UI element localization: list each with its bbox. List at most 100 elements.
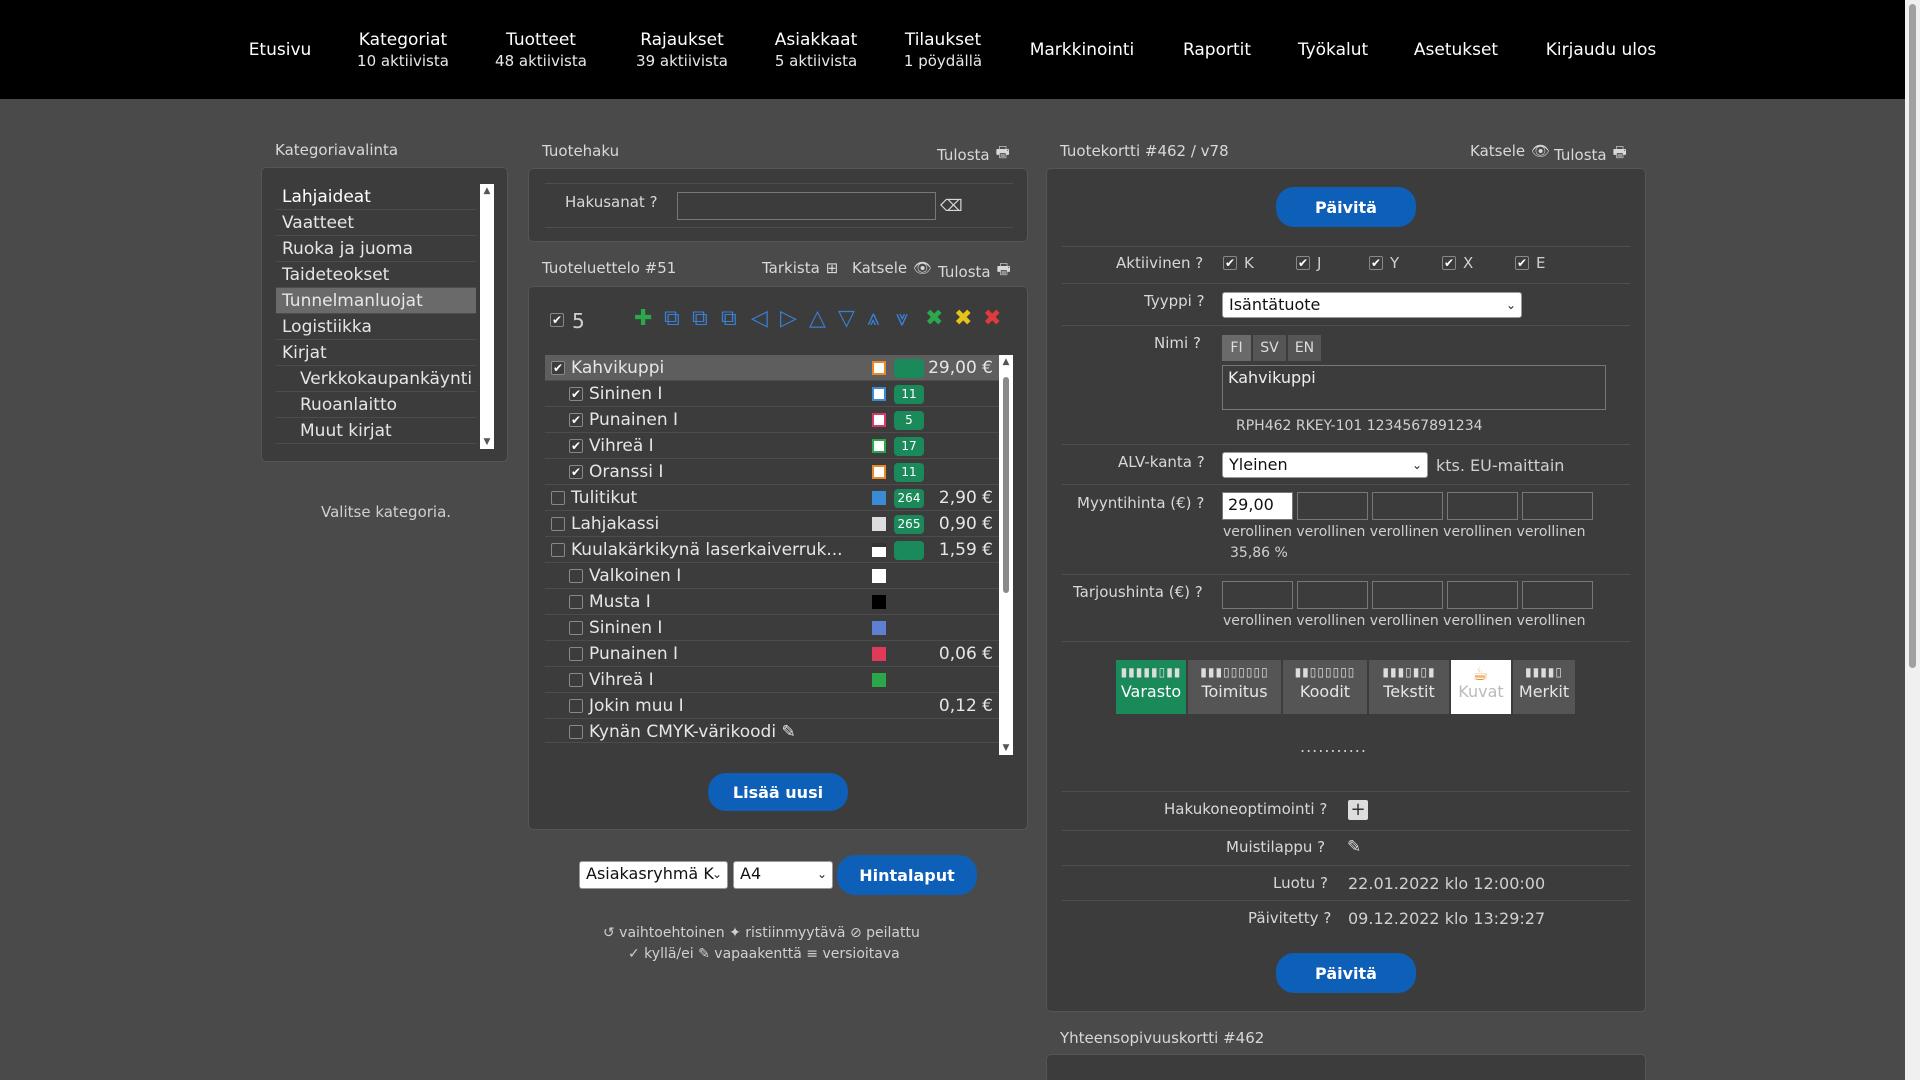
check-link[interactable]: Tarkista ⊞	[762, 259, 838, 277]
help-icon[interactable]: ?	[1323, 909, 1331, 927]
paper-size-select[interactable]: A4 ⌄	[733, 861, 833, 889]
nav-asetukset[interactable]: Asetukset	[1406, 0, 1506, 99]
type-select[interactable]: Isäntätuote ⌄	[1222, 292, 1522, 318]
category-scrollbar[interactable]: ▲ ▼	[480, 184, 494, 449]
category-subitem[interactable]: Verkkokaupankäynti	[276, 366, 476, 392]
nav-tilaukset[interactable]: Tilaukset 1 pöydällä	[893, 0, 993, 99]
lang-tab-fi[interactable]: FI	[1222, 335, 1251, 361]
tab-merkit[interactable]: ▮▮▮▮▯ Merkit	[1513, 660, 1575, 714]
nav-kategoriat[interactable]: Kategoriat 10 aktiivista	[350, 0, 456, 99]
name-textarea[interactable]: Kahvikuppi	[1222, 365, 1606, 410]
eraser-icon[interactable]: ⌫	[940, 196, 963, 215]
search-print-link[interactable]: Tulosta 🖶	[937, 142, 1010, 167]
scroll-down-icon[interactable]: ▼	[999, 743, 1013, 753]
table-row[interactable]: Tulitikut 264 2,90 €	[545, 485, 999, 511]
sale-price-input-2[interactable]	[1297, 492, 1368, 520]
row-checkbox[interactable]	[569, 569, 583, 583]
table-row[interactable]: Musta I	[545, 589, 999, 615]
category-subitem[interactable]: Muut kirjat	[276, 418, 476, 444]
sale-price-input-3[interactable]	[1372, 492, 1443, 520]
help-icon[interactable]: ?	[1195, 254, 1203, 272]
row-checkbox[interactable]: ✔	[569, 387, 583, 401]
row-checkbox[interactable]	[569, 621, 583, 635]
nav-rajaukset[interactable]: Rajaukset 39 aktiivista	[627, 0, 737, 99]
pricetags-button[interactable]: Hintalaput	[837, 855, 977, 895]
row-checkbox[interactable]	[569, 725, 583, 739]
add-new-button[interactable]: Lisää uusi	[708, 773, 848, 811]
help-icon[interactable]: ?	[1196, 494, 1204, 512]
table-row[interactable]: Jokin muu I 0,12 €	[545, 693, 999, 719]
table-row[interactable]: Sininen I	[545, 615, 999, 641]
help-icon[interactable]: ?	[1317, 838, 1325, 856]
scroll-up-icon[interactable]: ▲	[999, 357, 1013, 367]
lang-tab-en[interactable]: EN	[1288, 335, 1321, 361]
offer-price-input-3[interactable]	[1372, 581, 1443, 609]
scrollbar-thumb[interactable]	[1003, 377, 1009, 593]
category-item[interactable]: Taideteokset	[276, 262, 476, 288]
category-item[interactable]: Ruoka ja juoma	[276, 236, 476, 262]
offer-price-input-5[interactable]	[1522, 581, 1593, 609]
row-checkbox[interactable]: ✔	[569, 439, 583, 453]
vat-select[interactable]: Yleinen ⌄	[1222, 452, 1428, 478]
scroll-down-icon[interactable]: ▼	[480, 437, 494, 447]
offer-price-input-2[interactable]	[1297, 581, 1368, 609]
table-row[interactable]: ✔ Oranssi I 11	[545, 459, 999, 485]
active-k-checkbox[interactable]: ✔	[1223, 256, 1237, 270]
row-checkbox[interactable]	[551, 517, 565, 531]
tab-toimitus[interactable]: ▮▮▮▯▯▯▯▯▯ Toimitus	[1188, 660, 1281, 714]
help-icon[interactable]: ?	[650, 193, 658, 211]
active-j-checkbox[interactable]: ✔	[1296, 256, 1310, 270]
table-row[interactable]: Vihreä I	[545, 667, 999, 693]
sale-price-input-5[interactable]	[1522, 492, 1593, 520]
table-row[interactable]: ✔ Kahvikuppi 29,00 €	[545, 355, 999, 381]
clone-icon[interactable]: ⧉	[721, 308, 737, 330]
help-icon[interactable]: ?	[1195, 583, 1203, 601]
select-all-checkbox[interactable]: ✔	[550, 313, 564, 327]
duplicate-icon[interactable]: ⧉	[692, 308, 708, 330]
deactivate-icon[interactable]: ✖	[954, 308, 972, 330]
plus-icon[interactable]: +	[1348, 800, 1368, 820]
category-item[interactable]: Logistiikka	[276, 314, 476, 340]
category-subitem[interactable]: Ruoanlaitto	[276, 392, 476, 418]
tab-kuvat[interactable]: ☕ Kuvat	[1451, 660, 1511, 714]
copy-icon[interactable]: ⧉	[664, 308, 680, 330]
move-up-icon[interactable]: △	[809, 308, 826, 330]
nav-etusivu[interactable]: Etusivu	[232, 0, 328, 99]
sale-price-input-1[interactable]: 29,00	[1222, 492, 1293, 520]
active-e-checkbox[interactable]: ✔	[1515, 256, 1529, 270]
scrollbar-thumb[interactable]	[1909, 4, 1916, 668]
category-item[interactable]: Vaatteet	[276, 210, 476, 236]
help-icon[interactable]: ?	[1320, 874, 1328, 892]
lang-tab-sv[interactable]: SV	[1253, 335, 1286, 361]
category-item-selected[interactable]: Tunnelmanluojat	[276, 288, 476, 314]
table-row[interactable]: ✔ Punainen I 5	[545, 407, 999, 433]
table-row[interactable]: Punainen I 0,06 €	[545, 641, 999, 667]
move-right-icon[interactable]: ▷	[780, 308, 797, 330]
table-row[interactable]: ✔ Vihreä I 17	[545, 433, 999, 459]
update-button-bottom[interactable]: Päivitä	[1276, 953, 1416, 993]
move-down-icon[interactable]: ▽	[838, 308, 855, 330]
row-checkbox[interactable]	[569, 673, 583, 687]
table-row[interactable]: Lahjakassi 265 0,90 €	[545, 511, 999, 537]
category-item[interactable]: Lahjaideat	[276, 184, 476, 210]
active-y-checkbox[interactable]: ✔	[1369, 256, 1383, 270]
row-checkbox[interactable]	[551, 543, 565, 557]
update-button-top[interactable]: Päivitä	[1276, 187, 1416, 227]
table-row[interactable]: Valkoinen I	[545, 563, 999, 589]
tab-varasto[interactable]: ▮▮▮▮▮▯▮▮ Varasto	[1116, 660, 1186, 714]
move-top-icon[interactable]: ⩓	[867, 308, 879, 330]
category-item[interactable]: Kirjat	[276, 340, 476, 366]
move-left-icon[interactable]: ◁	[751, 308, 768, 330]
tab-tekstit[interactable]: ▮▮▮▯▮▯▮ Tekstit	[1369, 660, 1449, 714]
table-row[interactable]: Kynän CMYK-värikoodi ✎	[545, 719, 999, 743]
sale-price-input-4[interactable]	[1447, 492, 1518, 520]
help-icon[interactable]: ?	[1319, 800, 1327, 818]
row-checkbox[interactable]	[551, 491, 565, 505]
page-scrollbar[interactable]	[1905, 0, 1920, 1080]
offer-price-input-1[interactable]	[1222, 581, 1293, 609]
add-icon[interactable]: ✚	[634, 308, 652, 330]
customer-group-select[interactable]: Asiakasryhmä K ⌄	[579, 861, 728, 889]
row-checkbox[interactable]: ✔	[551, 361, 565, 375]
nav-tuotteet[interactable]: Tuotteet 48 aktiivista	[488, 0, 594, 99]
row-checkbox[interactable]	[569, 699, 583, 713]
